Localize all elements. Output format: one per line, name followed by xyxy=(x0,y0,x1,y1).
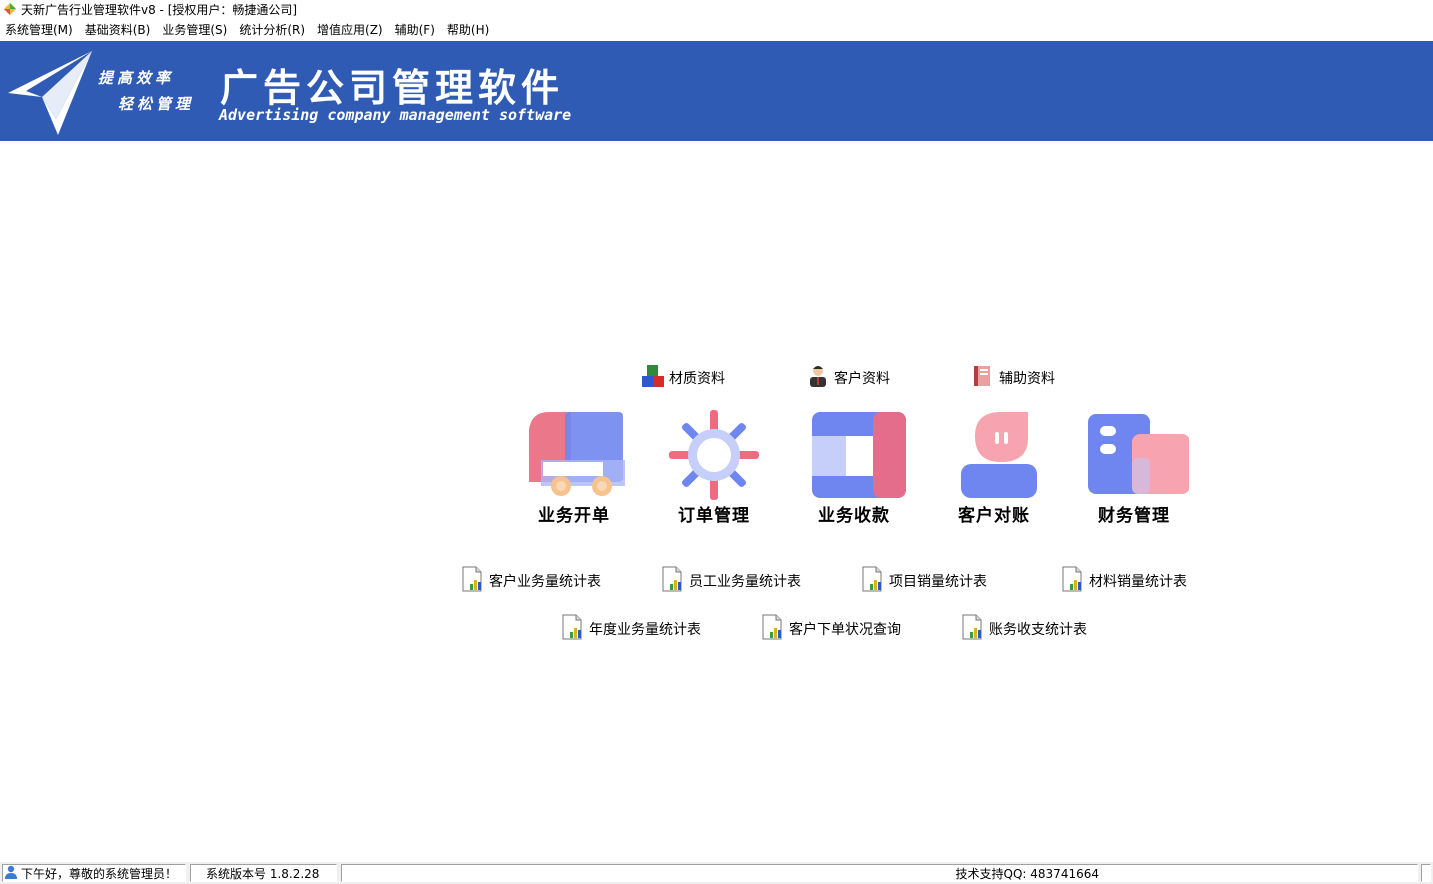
app-icon xyxy=(3,2,17,16)
banner-subtitle: Advertising company management software xyxy=(219,106,572,124)
customer-icon xyxy=(806,364,830,392)
menu-value-added[interactable]: 增值应用(Z) xyxy=(312,21,390,38)
menu-system[interactable]: 系统管理(M) xyxy=(0,21,80,38)
report-icon xyxy=(461,566,485,596)
material-icon xyxy=(641,364,665,392)
paper-plane-logo xyxy=(8,51,92,135)
report-project-sales[interactable]: 项目销量统计表 xyxy=(861,566,987,596)
link-material-label: 材质资料 xyxy=(669,371,725,387)
menu-business[interactable]: 业务管理(S) xyxy=(157,21,234,38)
report-icon xyxy=(861,566,885,596)
link-auxiliary-label: 辅助资料 xyxy=(999,371,1055,387)
link-customer-label: 客户资料 xyxy=(834,371,890,387)
header-banner: 提高效率 轻松管理 广告公司管理软件 Advertising company m… xyxy=(0,41,1433,141)
status-greeting: 下午好，尊敬的系统管理员！ xyxy=(21,866,178,881)
status-version-panel: 系统版本号 1.8.2.28 xyxy=(190,864,337,882)
report-project-sales-label: 项目销量统计表 xyxy=(889,574,987,590)
title-bar: 天新广告行业管理软件v8 - [授权用户：畅捷通公司] xyxy=(0,0,1433,18)
status-support: 技术支持QQ: 483741664 xyxy=(955,866,1099,881)
status-bar: 下午好，尊敬的系统管理员！ 系统版本号 1.8.2.28 技术支持QQ: 483… xyxy=(0,862,1433,884)
report-annual-volume[interactable]: 年度业务量统计表 xyxy=(561,614,701,644)
report-income-expense[interactable]: 账务收支统计表 xyxy=(961,614,1087,644)
link-material[interactable]: 材质资料 xyxy=(641,364,725,392)
module-customer-reconciliation[interactable]: 客户对账 xyxy=(934,410,1054,526)
user-icon xyxy=(4,865,18,882)
frame-icon xyxy=(812,412,906,498)
report-annual-volume-label: 年度业务量统计表 xyxy=(589,622,701,638)
menu-bar: 系统管理(M) 基础资料(B) 业务管理(S) 统计分析(R) 增值应用(Z) … xyxy=(0,19,1433,40)
window-title: 天新广告行业管理软件v8 - [授权用户：畅捷通公司] xyxy=(21,2,298,17)
status-greeting-panel: 下午好，尊敬的系统管理员！ xyxy=(2,864,186,882)
report-income-expense-label: 账务收支统计表 xyxy=(989,622,1087,638)
menu-auxiliary[interactable]: 辅助(F) xyxy=(390,21,442,38)
menu-help[interactable]: 帮助(H) xyxy=(442,21,496,38)
module-business-receipt-label: 业务收款 xyxy=(818,506,890,526)
menu-basic-data[interactable]: 基础资料(B) xyxy=(80,21,158,38)
report-employee-volume[interactable]: 员工业务量统计表 xyxy=(661,566,801,596)
person-icon xyxy=(961,412,1037,498)
banner-title: 广告公司管理软件 xyxy=(220,65,565,110)
module-business-order-label: 业务开单 xyxy=(538,506,610,526)
link-auxiliary[interactable]: 辅助资料 xyxy=(971,364,1055,392)
module-order-management-label: 订单管理 xyxy=(678,506,750,526)
module-business-receipt[interactable]: 业务收款 xyxy=(794,410,914,526)
banner-slogan-2: 轻松管理 xyxy=(118,95,195,113)
report-customer-volume[interactable]: 客户业务量统计表 xyxy=(461,566,601,596)
report-material-sales[interactable]: 材料销量统计表 xyxy=(1061,566,1187,596)
report-icon xyxy=(561,614,585,644)
link-customer[interactable]: 客户资料 xyxy=(806,364,890,392)
report-customer-order-status[interactable]: 客户下单状况查询 xyxy=(761,614,901,644)
module-finance-management-label: 财务管理 xyxy=(1098,506,1170,526)
report-material-sales-label: 材料销量统计表 xyxy=(1089,574,1187,590)
report-icon xyxy=(661,566,685,596)
module-business-order[interactable]: 业务开单 xyxy=(514,410,634,526)
banner-slogan-1: 提高效率 xyxy=(98,69,175,87)
status-extra-panel xyxy=(1421,864,1431,882)
truck-icon xyxy=(529,412,625,496)
report-icon xyxy=(761,614,785,644)
report-icon xyxy=(1061,566,1085,596)
module-finance-management[interactable]: 财务管理 xyxy=(1074,410,1194,526)
report-customer-order-status-label: 客户下单状况查询 xyxy=(789,622,901,638)
report-icon xyxy=(961,614,985,644)
module-order-management[interactable]: 订单管理 xyxy=(654,410,774,526)
report-customer-volume-label: 客户业务量统计表 xyxy=(489,574,601,590)
menu-statistics[interactable]: 统计分析(R) xyxy=(234,21,312,38)
module-customer-reconciliation-label: 客户对账 xyxy=(958,506,1030,526)
status-support-panel: 技术支持QQ: 483741664 xyxy=(341,864,1418,882)
report-employee-volume-label: 员工业务量统计表 xyxy=(689,574,801,590)
gear-icon xyxy=(669,410,759,500)
status-version: 系统版本号 1.8.2.28 xyxy=(206,866,320,881)
building-icon xyxy=(1088,414,1189,494)
auxiliary-icon xyxy=(971,364,995,392)
